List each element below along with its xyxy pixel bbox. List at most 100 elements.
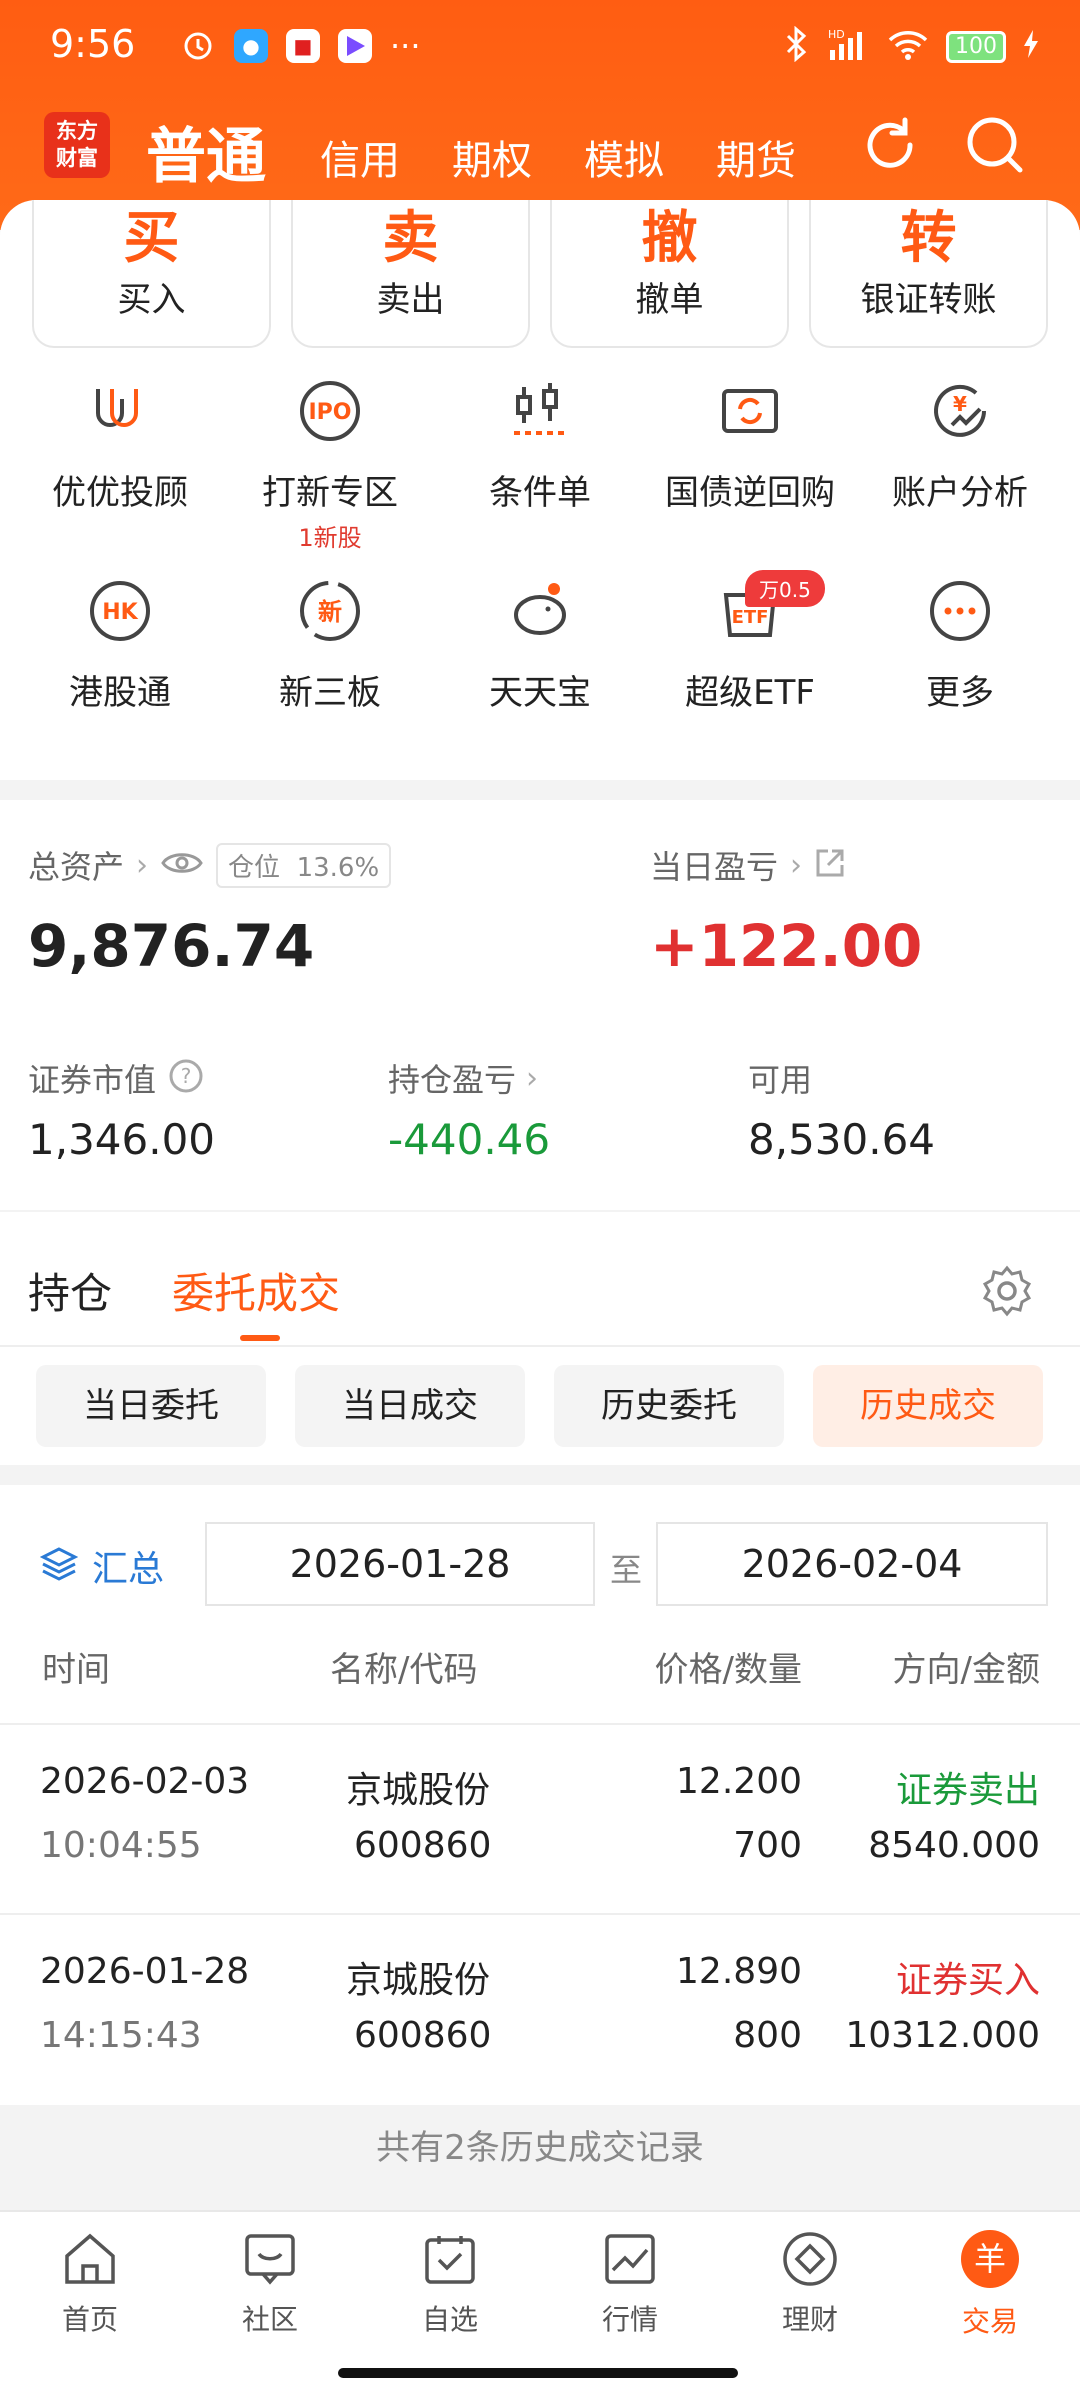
grid-item-more[interactable]: 更多 <box>855 575 1065 714</box>
grid-item-advisor[interactable]: 优优投顾 <box>15 375 225 514</box>
video-app-icon <box>338 29 372 63</box>
nav-wealth[interactable]: 理财 <box>720 2228 900 2338</box>
tab-today-trades[interactable]: 当日成交 <box>295 1365 525 1447</box>
total-assets-value: 9,876.74 <box>28 912 315 980</box>
bluetooth-icon <box>784 25 810 68</box>
eastmoney-logo[interactable]: 东方 财富 <box>44 112 110 178</box>
trade-price: 12.200 <box>676 1761 802 1802</box>
grid-label: 国债逆回购 <box>665 473 835 513</box>
sell-label: 卖出 <box>376 280 445 320</box>
trade-amount: 8540.000 <box>868 1825 1040 1866</box>
help-icon[interactable]: ? <box>168 1058 204 1098</box>
summary-label: 汇总 <box>92 1549 165 1590</box>
tab-normal[interactable]: 普通 <box>146 108 266 195</box>
tab-options[interactable]: 期权 <box>452 128 532 186</box>
sell-glyph: 卖 <box>382 206 439 271</box>
grid-label: 账户分析 <box>892 473 1028 513</box>
stock-code: 600860 <box>354 1825 492 1866</box>
conditional-order-icon <box>504 375 576 447</box>
message-app-icon: ● <box>234 29 268 63</box>
tab-simulation[interactable]: 模拟 <box>584 128 664 186</box>
svg-text:ETF: ETF <box>732 607 769 628</box>
trade-date: 2026-02-03 <box>40 1761 250 1802</box>
svg-text:新: 新 <box>318 598 342 626</box>
nav-market[interactable]: 行情 <box>540 2228 720 2338</box>
trade-quantity: 700 <box>733 1825 802 1866</box>
tab-orders-trades[interactable]: 委托成交 <box>172 1260 340 1321</box>
grid-item-repo[interactable]: 国债逆回购 <box>645 375 855 514</box>
grid-label: 超级ETF <box>685 673 815 713</box>
table-row[interactable]: 2026-01-28 14:15:43 京城股份 600860 12.890 8… <box>0 1913 1080 2103</box>
trade-amount: 10312.000 <box>845 2015 1040 2056</box>
nav-home[interactable]: 首页 <box>0 2228 180 2338</box>
daily-pl-header[interactable]: 当日盈亏 › <box>650 842 846 888</box>
nav-label: 自选 <box>421 2303 478 2336</box>
end-date-field[interactable]: 2026-02-04 <box>656 1522 1048 1606</box>
trade-glyph: 羊 <box>961 2230 1019 2288</box>
grid-item-ipo[interactable]: IPO 打新专区 1新股 <box>225 375 435 553</box>
grid-label: 更多 <box>926 673 994 713</box>
community-icon <box>239 2228 301 2290</box>
status-notification-icons: ● ■ ··· <box>180 26 421 66</box>
grid-item-piggy[interactable]: 天天宝 <box>435 575 645 714</box>
logo-line-1: 东方 <box>56 119 98 143</box>
trade-date: 2026-01-28 <box>40 1951 250 1992</box>
chevron-right-icon: › <box>790 847 803 883</box>
new-stock-count: 1新股 <box>298 524 362 552</box>
summary-button[interactable]: 汇总 <box>39 1540 165 1592</box>
status-bar: 9:56 ● ■ ··· HD 100 <box>0 0 1080 90</box>
nav-watchlist[interactable]: 自选 <box>360 2228 540 2338</box>
tab-holdings[interactable]: 持仓 <box>28 1260 112 1321</box>
date-range-separator: 至 <box>610 1551 643 1589</box>
grid-item-neeq[interactable]: 新 新三板 <box>225 575 435 714</box>
layers-icon <box>39 1545 79 1587</box>
nav-trade[interactable]: 羊 交易 <box>900 2228 1080 2340</box>
repo-icon <box>714 375 786 447</box>
holding-pl-label: 持仓盈亏 <box>388 1061 517 1099</box>
buy-button[interactable]: 买 买入 <box>32 200 271 348</box>
buy-glyph: 买 <box>123 206 180 271</box>
svg-text:HK: HK <box>102 600 138 625</box>
bank-transfer-button[interactable]: 转 银证转账 <box>809 200 1048 348</box>
account-analysis-icon: ¥ <box>924 375 996 447</box>
tab-history-orders[interactable]: 历史委托 <box>554 1365 784 1447</box>
sell-button[interactable]: 卖 卖出 <box>291 200 530 348</box>
ipo-icon: IPO <box>294 375 366 447</box>
history-trades-panel: 汇总 2026-01-28 至 2026-02-04 时间 名称/代码 价格/数… <box>0 1485 1080 2105</box>
nav-label: 理财 <box>781 2303 838 2336</box>
wifi-icon <box>886 26 930 68</box>
grid-item-hk-connect[interactable]: HK 港股通 <box>15 575 225 714</box>
nav-community[interactable]: 社区 <box>180 2228 360 2338</box>
grid-item-account-analysis[interactable]: ¥ 账户分析 <box>855 375 1065 514</box>
holding-pl-header[interactable]: 持仓盈亏 › <box>388 1055 538 1101</box>
table-row[interactable]: 2026-02-03 10:04:55 京城股份 600860 12.200 7… <box>0 1723 1080 1913</box>
news-app-icon: ■ <box>286 29 320 63</box>
tab-history-trades[interactable]: 历史成交 <box>813 1365 1043 1447</box>
total-assets-header[interactable]: 总资产 › 仓位 13.6% <box>28 842 392 888</box>
search-icon[interactable] <box>960 110 1030 180</box>
grid-label: 优优投顾 <box>52 473 188 513</box>
start-date-field[interactable]: 2026-01-28 <box>205 1522 595 1606</box>
wealth-icon <box>779 2228 841 2290</box>
grid-item-conditional-order[interactable]: 条件单 <box>435 375 645 514</box>
tab-today-orders[interactable]: 当日委托 <box>36 1365 266 1447</box>
uu-advisor-icon <box>84 375 156 447</box>
tab-credit[interactable]: 信用 <box>320 128 400 186</box>
trade-functions-card: 买 买入 卖 卖出 撤 撤单 转 银证转账 优优投顾 IPO 打新专区 1新股 … <box>0 200 1080 780</box>
trade-time: 14:15:43 <box>40 2015 202 2056</box>
refresh-icon[interactable] <box>855 110 925 180</box>
grid-label: 打新专区 <box>262 473 398 513</box>
status-time: 9:56 <box>50 22 136 66</box>
available-value: 8,530.64 <box>748 1115 936 1164</box>
nav-label: 交易 <box>961 2305 1018 2338</box>
account-type-nav: 东方 财富 普通 信用 期权 模拟 期货 <box>0 100 1080 200</box>
svg-text:IPO: IPO <box>308 400 351 425</box>
etf-fee-badge: 万0.5 <box>745 570 825 607</box>
more-icon <box>924 575 996 647</box>
eye-icon[interactable] <box>160 847 204 883</box>
nav-label: 社区 <box>241 2303 298 2336</box>
share-icon[interactable] <box>814 847 846 883</box>
cancel-order-button[interactable]: 撤 撤单 <box>550 200 789 348</box>
tab-futures[interactable]: 期货 <box>716 128 796 186</box>
settings-gear-icon[interactable] <box>980 1264 1034 1322</box>
